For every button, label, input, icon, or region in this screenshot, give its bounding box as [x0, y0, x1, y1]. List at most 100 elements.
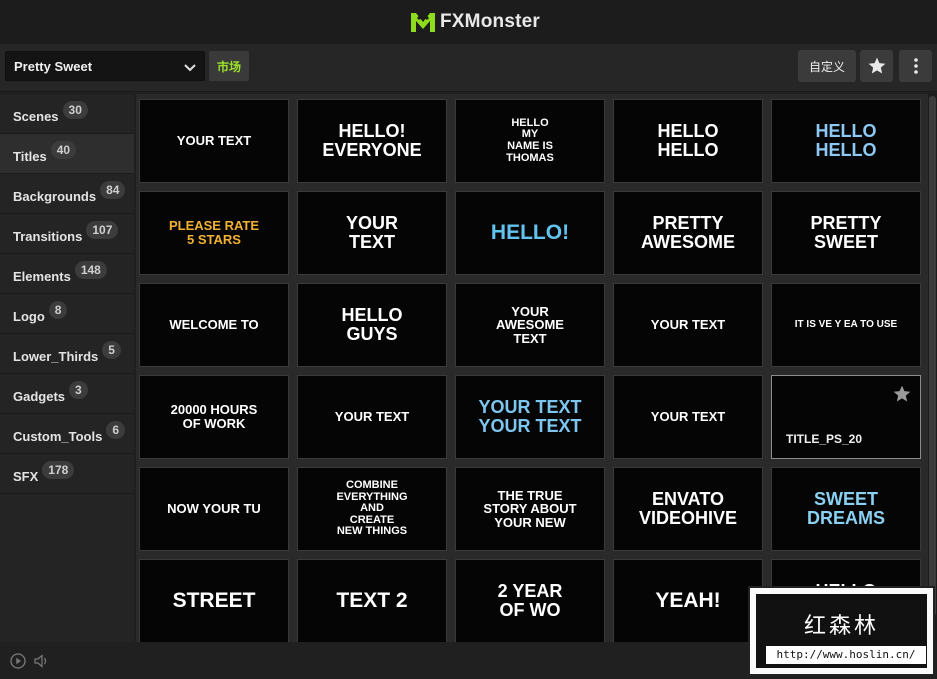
sidebar-item-backgrounds[interactable]: Backgrounds 84	[0, 174, 134, 214]
app-header: FXMonster	[0, 0, 937, 44]
watermark-url: http://www.hoslin.cn/	[766, 646, 926, 664]
preset-thumbnail[interactable]: YOUR TEXT	[613, 375, 763, 459]
count-badge: 30	[62, 100, 88, 119]
thumbnail-preview-text: HELLO MY NAME IS THOMAS	[506, 116, 554, 164]
more-options-button[interactable]	[899, 50, 932, 82]
market-button[interactable]: 市场	[209, 51, 249, 81]
thumbnail-preview-text: ENVATO VIDEOHIVE	[638, 489, 738, 528]
custom-button[interactable]: 自定义	[798, 50, 856, 82]
thumbnail-preview-text: STREET	[172, 588, 256, 612]
preset-thumbnail[interactable]: YOUR AWESOME TEXT	[455, 283, 605, 367]
thumbnail-preview-text: PRETTY AWESOME	[640, 213, 735, 252]
preset-thumbnail[interactable]: SWEET DREAMS	[771, 467, 921, 551]
preset-thumbnail[interactable]: HELLO!	[455, 191, 605, 275]
thumbnail-preview-text: WELCOME TO	[169, 317, 259, 333]
preset-thumbnail[interactable]: YOUR TEXT	[297, 191, 447, 275]
sidebar-item-label: SFX	[13, 469, 39, 484]
scrollbar-thumb[interactable]	[929, 96, 936, 616]
grid-scrollbar[interactable]	[928, 94, 937, 642]
thumbnail-preview-text: YOUR AWESOME TEXT	[496, 303, 564, 346]
preset-thumbnail[interactable]: YEAH!	[613, 559, 763, 642]
thumbnail-preview-text: 2 YEAR OF WO	[497, 581, 563, 620]
thumbnail-preview-text: YOUR TEXT	[650, 317, 726, 333]
app-title: FXMonster	[440, 11, 540, 32]
thumbnail-preview-text: TEXT 2	[336, 588, 408, 612]
watermark: 红森林 http://www.hoslin.cn/	[748, 586, 935, 676]
sidebar-item-label: Lower_Thirds	[13, 349, 99, 364]
preset-thumbnail[interactable]: TITLE_PS_20	[771, 375, 921, 459]
preset-thumbnail[interactable]: 20000 HOURS OF WORK	[139, 375, 289, 459]
sidebar-item-logo[interactable]: Logo 8	[0, 294, 134, 334]
thumbnail-preview-text: HELLO!	[490, 220, 570, 244]
favorites-button[interactable]	[860, 50, 893, 82]
play-icon[interactable]	[10, 653, 26, 669]
thumbnail-preview-text: COMBINE EVERYTHING AND CREATE NEW THINGS	[336, 479, 408, 538]
count-badge: 178	[42, 460, 75, 479]
sidebar-item-label: Logo	[13, 309, 45, 324]
count-badge: 3	[69, 380, 88, 399]
preset-dropdown[interactable]: Pretty Sweet	[5, 51, 205, 81]
preset-thumbnail[interactable]: TEXT 2	[297, 559, 447, 642]
sidebar-item-label: Backgrounds	[13, 189, 97, 204]
thumbnail-preview-text: YOUR TEXT	[650, 409, 726, 425]
star-icon	[868, 57, 885, 74]
thumbnail-preview-text: YOUR TEXT	[176, 133, 252, 149]
preset-thumbnail[interactable]: STREET	[139, 559, 289, 642]
preset-thumbnail[interactable]: PLEASE RATE 5 STARS	[139, 191, 289, 275]
toolbar: Pretty Sweet 市场 自定义	[0, 44, 937, 92]
preset-thumbnail[interactable]: NOW YOUR TU	[139, 467, 289, 551]
count-badge: 8	[48, 300, 68, 319]
preset-thumbnail[interactable]: HELLO HELLO	[771, 99, 921, 183]
preset-thumbnail[interactable]: ENVATO VIDEOHIVE	[613, 467, 763, 551]
sidebar-item-label: Gadgets	[13, 389, 66, 404]
preset-thumbnail[interactable]: HELLO HELLO	[613, 99, 763, 183]
count-badge: 107	[86, 220, 119, 239]
sidebar-item-label: Custom_Tools	[13, 429, 103, 444]
category-sidebar: Scenes 30 Titles 40 Backgrounds 84 Transitions…	[0, 94, 134, 642]
thumbnail-preview-text: HELLO HELLO	[815, 121, 877, 160]
sidebar-item-lower-thirds[interactable]: Lower_Thirds 5	[0, 334, 134, 374]
preset-thumbnail[interactable]: YOUR TEXT	[297, 375, 447, 459]
fxmonster-logo-icon	[411, 13, 435, 32]
sidebar-item-scenes[interactable]: Scenes 30	[0, 94, 134, 134]
watermark-title: 红森林	[803, 614, 879, 639]
sidebar-item-sfx[interactable]: SFX 178	[0, 454, 134, 494]
sidebar-item-gadgets[interactable]: Gadgets 3	[0, 374, 134, 414]
preset-thumbnail[interactable]: HELLO! EVERYONE	[297, 99, 447, 183]
thumbnail-preview-text: PLEASE RATE 5 STARS	[168, 218, 260, 247]
star-icon[interactable]	[892, 384, 912, 404]
sidebar-item-label: Elements	[13, 269, 71, 284]
thumbnail-preview-text: YOUR TEXT YOUR TEXT	[478, 397, 582, 436]
preset-thumbnail[interactable]: PRETTY AWESOME	[613, 191, 763, 275]
preset-thumbnail[interactable]: THE TRUE STORY ABOUT YOUR NEW	[455, 467, 605, 551]
preset-thumbnail[interactable]: YOUR TEXT	[139, 99, 289, 183]
preset-thumbnail[interactable]: PRETTY SWEET	[771, 191, 921, 275]
thumbnail-name: TITLE_PS_20	[786, 432, 863, 446]
sidebar-item-elements[interactable]: Elements 148	[0, 254, 134, 294]
preset-thumbnail[interactable]: HELLO GUYS	[297, 283, 447, 367]
more-vertical-icon	[913, 58, 918, 74]
preset-thumbnail[interactable]: IT IS VE Y EA TO USE	[771, 283, 921, 367]
sidebar-item-transitions[interactable]: Transitions 107	[0, 214, 134, 254]
thumbnail-preview-text: THE TRUE STORY ABOUT YOUR NEW	[483, 487, 577, 530]
count-badge: 84	[100, 180, 126, 199]
preset-dropdown-value: Pretty Sweet	[14, 58, 93, 74]
count-badge: 6	[106, 420, 126, 439]
volume-icon[interactable]	[33, 653, 49, 669]
thumbnail-preview-text: YOUR TEXT	[334, 409, 410, 425]
preset-thumbnail[interactable]: COMBINE EVERYTHING AND CREATE NEW THINGS	[297, 467, 447, 551]
sidebar-item-label: Transitions	[13, 229, 83, 244]
watermark-panel: 红森林 http://www.hoslin.cn/	[756, 594, 927, 668]
preset-thumbnail[interactable]: WELCOME TO	[139, 283, 289, 367]
thumbnail-preview-text: HELLO! EVERYONE	[322, 121, 422, 160]
preset-thumbnail[interactable]: YOUR TEXT	[613, 283, 763, 367]
preset-grid: YOUR TEXT HELLO! EVERYONE HELLO MY NAME IS…	[136, 94, 928, 642]
preset-thumbnail[interactable]: HELLO MY NAME IS THOMAS	[455, 99, 605, 183]
preset-thumbnail[interactable]: YOUR TEXT YOUR TEXT	[455, 375, 605, 459]
chevron-down-icon	[184, 64, 196, 72]
sidebar-item-titles[interactable]: Titles 40	[0, 134, 134, 174]
preset-thumbnail[interactable]: 2 YEAR OF WO	[455, 559, 605, 642]
thumbnail-preview-text: HELLO HELLO	[657, 121, 719, 160]
sidebar-item-custom-tools[interactable]: Custom_Tools 6	[0, 414, 134, 454]
count-badge: 40	[50, 140, 77, 159]
